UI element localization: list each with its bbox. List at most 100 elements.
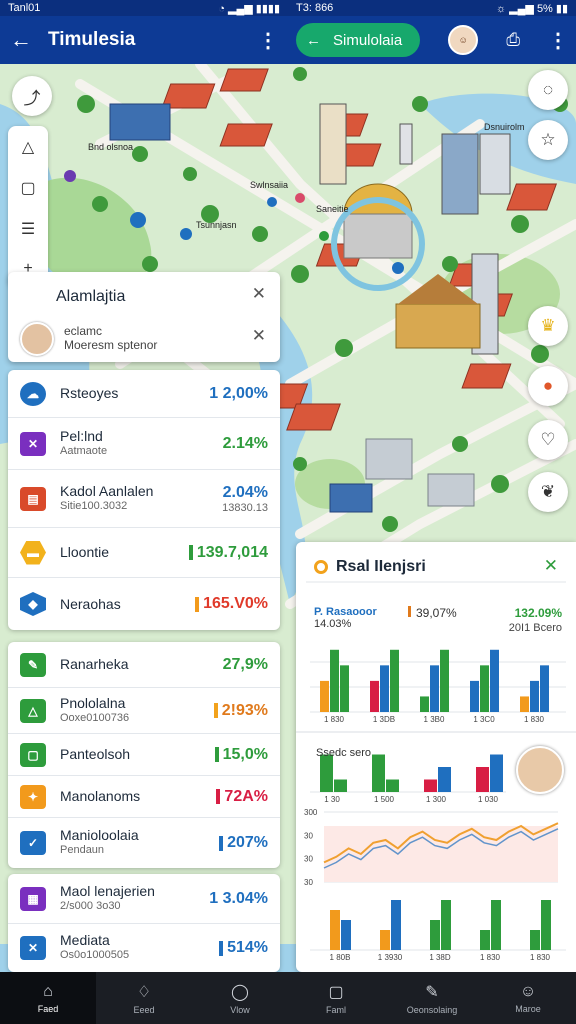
value-bar: [214, 747, 219, 762]
list-item[interactable]: ▬ Lloontie 139.7,014: [8, 528, 280, 578]
list-item[interactable]: ✎ Ranarheka 27,9%: [8, 642, 280, 688]
location-button[interactable]: ◌: [528, 70, 568, 110]
hex-icon: ▬: [20, 540, 46, 565]
heart-button[interactable]: ♡: [528, 420, 568, 460]
bar: [380, 930, 390, 950]
share-button[interactable]: ⤴: [12, 76, 52, 116]
simulation-pill-button[interactable]: ← Simulolaia: [296, 23, 421, 57]
map-label: Tsunnjasn: [196, 220, 237, 230]
nav-label: Oeonsolaing: [406, 1004, 458, 1015]
map-label: Dsnuirolm: [484, 122, 525, 132]
avatar[interactable]: [516, 746, 564, 794]
list-item[interactable]: ✕ Mediata Os0o1000505 514%: [8, 924, 280, 972]
item-name: Rsteoyes: [60, 385, 119, 401]
item-name: Maol lenajerien: [60, 882, 155, 899]
item-name: Lloontie: [60, 544, 110, 560]
avatar[interactable]: ☺: [448, 25, 479, 55]
bar: [480, 665, 489, 712]
item-value: 165.V0%: [203, 595, 268, 612]
nav-label: Faml: [326, 1004, 346, 1015]
nav-label: Faed: [37, 1003, 59, 1014]
bar: [341, 920, 351, 950]
nav-feed[interactable]: ♢ Eeed: [96, 972, 192, 1024]
more-menu-icon[interactable]: ⋮: [548, 28, 568, 53]
item-name: Ranarheka: [60, 656, 129, 672]
bar: [480, 930, 490, 950]
list-item[interactable]: ☁ Rsteoyes 1 2,00%: [8, 370, 280, 418]
app-bar: ← Timulesia ⋮ ← Simulolaia ☺ ⎙ ⋮: [0, 16, 576, 64]
x-tick-label: 1 830: [480, 953, 501, 962]
square-icon: ▢: [20, 742, 46, 767]
status-icons-left: ◔ ▂▄▆ ▮▮▮▮: [218, 2, 280, 15]
list-icon[interactable]: ☰: [21, 219, 35, 239]
leaf-icon: ❦: [540, 482, 556, 501]
back-arrow-icon[interactable]: ←: [10, 27, 38, 53]
list-item[interactable]: ▦ Maol lenajerien 2/s000 3o30 1 3.04%: [8, 874, 280, 924]
list-item[interactable]: ▤ Kadol Aanlalen Sitie100.3032 2.04% 13830.1…: [8, 470, 280, 528]
x-tick-label: 1 300: [426, 795, 447, 804]
clipboard-icon[interactable]: ▢: [20, 178, 35, 198]
nav-view[interactable]: ◯ Vlow: [192, 972, 288, 1024]
y-tick-label: 300: [304, 808, 318, 817]
place-popup: Alamlajtia ✕ eclamc Moeresm sptenor ✕: [8, 272, 280, 362]
trophy-button[interactable]: ♛: [528, 306, 568, 346]
analytics-panel: Rsal IIenjsri ✕ P. Rasaooor 14.03% 39,07%…: [296, 542, 576, 972]
leaf-button[interactable]: ❦: [528, 472, 568, 512]
item-value: 27,9%: [222, 655, 268, 673]
tools-icon: ✕: [20, 431, 46, 456]
close-icon[interactable]: ✕: [252, 284, 266, 304]
item-value: 1 3.04%: [209, 889, 268, 907]
list-item[interactable]: △ Pnololalna Ooxe0100736 2!93%: [8, 688, 280, 734]
nav-frame[interactable]: ▢ Faml: [288, 972, 384, 1024]
status-bar: Tanl01 ◔ ▂▄▆ ▮▮▮▮ T3: 866 ☼ ▂▄▆ 5% ▮▮: [0, 0, 576, 16]
back-arrow-icon: ←: [306, 31, 321, 49]
value-bar: [216, 789, 221, 804]
marker-button[interactable]: ●: [528, 366, 568, 406]
bar: [330, 910, 340, 950]
value-bar: [219, 940, 224, 956]
status-icons-right: ☼ ▂▄▆ 5% ▮▮: [496, 2, 568, 15]
app-title: Timulesia: [48, 29, 136, 50]
item-value: 15,0%: [222, 745, 268, 763]
list-item[interactable]: ✓ Manioloolaia Pendaun 207%: [8, 818, 280, 868]
print-icon[interactable]: ⎙: [506, 30, 520, 50]
nav-settings[interactable]: ✎ Oeonsolaing: [384, 972, 480, 1024]
more-menu-icon[interactable]: ⋮: [258, 28, 278, 53]
list-item[interactable]: ▢ Panteolsoh 15,0%: [8, 734, 280, 776]
cross-icon: ✕: [20, 936, 46, 960]
item-name: Pnololalna: [60, 694, 126, 711]
item-name: Pel:lnd: [60, 427, 103, 444]
x-tick-label: 1 38D: [429, 953, 451, 962]
check-icon: ✓: [20, 831, 46, 855]
grid-icon: ▦: [20, 886, 46, 911]
value-bar: [213, 703, 218, 718]
favorite-button[interactable]: ☆: [528, 120, 568, 160]
bar: [430, 665, 439, 712]
close-icon[interactable]: ✕: [252, 326, 266, 346]
nav-home[interactable]: ⌂ Faed: [0, 972, 96, 1024]
bar: [440, 649, 449, 712]
share-icon: ⤴: [23, 88, 41, 108]
layer-icon[interactable]: △: [22, 137, 34, 157]
bar: [340, 665, 349, 712]
pill-label: Simulolaia: [333, 31, 403, 49]
item-name: Manolanoms: [60, 788, 141, 804]
x-tick-label: 1 3C0: [473, 715, 495, 724]
list-item[interactable]: ✦ Manolanoms 72A%: [8, 776, 280, 818]
x-tick-label: 1 30: [324, 795, 340, 804]
shield-icon: ◆: [20, 592, 46, 616]
bar: [372, 754, 385, 792]
nav-more[interactable]: ☺ Maroe: [480, 972, 576, 1024]
item-name: Panteolsoh: [60, 746, 131, 762]
item-name: Neraohas: [60, 595, 121, 612]
item-value: 2.14%: [222, 434, 268, 452]
list-item[interactable]: ◆ Neraohas 165.V0%: [8, 578, 280, 630]
list-item[interactable]: ✕ Pel:lnd Aatmaote 2.14%: [8, 418, 280, 470]
heart-icon: ♡: [540, 430, 556, 449]
map-label: Swlnsaiia: [250, 180, 288, 190]
value-bar: [188, 545, 193, 560]
item-value: 2.04%: [222, 483, 268, 501]
value-bar: [195, 596, 200, 612]
bar: [541, 900, 551, 950]
bar: [424, 779, 437, 792]
